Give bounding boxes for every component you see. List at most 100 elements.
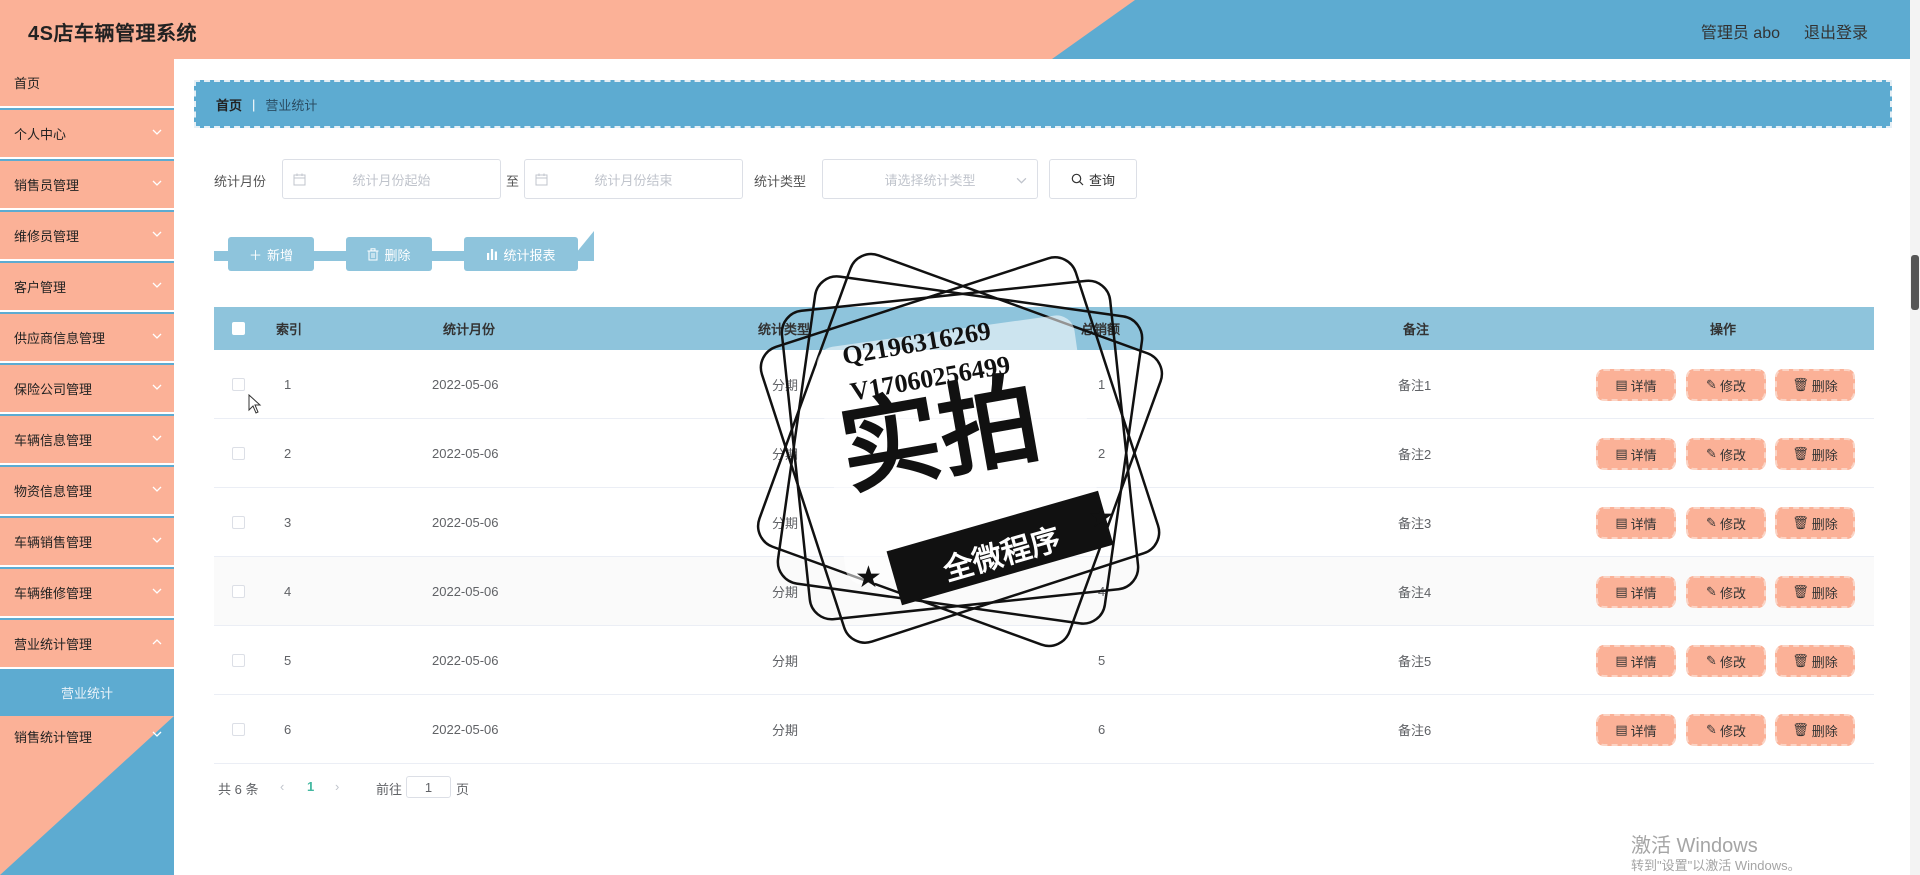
calendar-icon: [293, 173, 306, 186]
row-delete-button[interactable]: 🗑 删除: [1775, 438, 1855, 470]
trash-icon: 🗑: [1792, 584, 1809, 599]
sidebar-item-vehicle-repair[interactable]: 车辆维修管理: [0, 569, 174, 618]
month-label: 统计月份: [214, 174, 267, 189]
row-checkbox[interactable]: [232, 722, 245, 736]
sidebar-item-materials[interactable]: 物资信息管理: [0, 467, 174, 516]
header-index[interactable]: 索引: [276, 307, 302, 350]
row-checkbox[interactable]: [232, 653, 245, 667]
detail-label: 详情: [1630, 723, 1657, 739]
chevron-down-icon: [152, 731, 162, 737]
row-checkbox[interactable]: [232, 446, 245, 460]
current-user: 管理员 abo: [1700, 25, 1780, 42]
edit-button[interactable]: ✎ 修改: [1686, 645, 1766, 677]
breadcrumb-home[interactable]: 首页: [216, 95, 242, 114]
sidebar-item-label: 营业统计管理: [14, 637, 93, 652]
detail-button[interactable]: ▤ 详情: [1596, 438, 1676, 470]
edit-label: 修改: [1719, 516, 1746, 532]
star-icon: ★: [855, 561, 882, 594]
page-scrollbar[interactable]: [1910, 0, 1920, 875]
sidebar-item-vehicle-sales[interactable]: 车辆销售管理: [0, 518, 174, 567]
header-month[interactable]: 统计月份: [443, 307, 495, 350]
add-button[interactable]: ＋ 新增: [228, 237, 314, 271]
chevron-up-icon: [152, 639, 162, 645]
chevron-down-icon: [152, 486, 162, 492]
edit-label: 修改: [1719, 447, 1746, 463]
row-checkbox[interactable]: [232, 584, 245, 598]
detail-button[interactable]: ▤ 详情: [1596, 576, 1676, 608]
cell-index: 2: [284, 445, 292, 461]
edit-button[interactable]: ✎ 修改: [1686, 369, 1766, 401]
pencil-icon: ✎: [1706, 653, 1717, 668]
row-delete-button[interactable]: 🗑 删除: [1775, 714, 1855, 746]
edit-button[interactable]: ✎ 修改: [1686, 576, 1766, 608]
cell-remark: 备注4: [1398, 584, 1432, 600]
detail-label: 详情: [1630, 447, 1657, 463]
detail-button[interactable]: ▤ 详情: [1596, 714, 1676, 746]
row-delete-button[interactable]: 🗑 删除: [1775, 507, 1855, 539]
edit-button[interactable]: ✎ 修改: [1686, 438, 1766, 470]
row-delete-label: 删除: [1811, 447, 1838, 463]
query-label: 查询: [1088, 172, 1115, 188]
row-delete-button[interactable]: 🗑 删除: [1775, 369, 1855, 401]
edit-button[interactable]: ✎ 修改: [1686, 507, 1766, 539]
sidebar-item-repairman[interactable]: 维修员管理: [0, 212, 174, 261]
select-all-checkbox[interactable]: [232, 322, 245, 335]
batch-delete-button[interactable]: 删除: [346, 237, 432, 271]
next-page-icon[interactable]: ›: [335, 779, 339, 794]
sidebar-item-salesperson[interactable]: 销售员管理: [0, 161, 174, 210]
chevron-down-icon: [152, 180, 162, 186]
cell-remark: 备注5: [1398, 653, 1432, 669]
sidebar-item-label: 首页: [14, 76, 41, 91]
scrollbar-thumb[interactable]: [1911, 255, 1919, 310]
type-placeholder: 请选择统计类型: [884, 172, 976, 188]
sidebar: 首页 个人中心 销售员管理 维修员管理 客户管理 供应商信息管理 保险公司管理 …: [0, 59, 174, 875]
sidebar-item-business-stats[interactable]: 营业统计管理: [0, 620, 174, 669]
detail-button[interactable]: ▤ 详情: [1596, 507, 1676, 539]
sidebar-item-customer[interactable]: 客户管理: [0, 263, 174, 312]
detail-button[interactable]: ▤ 详情: [1596, 369, 1676, 401]
sidebar-item-home[interactable]: 首页: [0, 59, 174, 108]
prev-page-icon[interactable]: ‹: [280, 779, 284, 794]
month-end-placeholder: 统计月份结束: [594, 172, 673, 188]
edit-label: 修改: [1719, 723, 1746, 739]
sidebar-item-personal[interactable]: 个人中心: [0, 110, 174, 159]
sidebar-subitem-business-stats[interactable]: 营业统计: [0, 671, 174, 713]
bar-chart-icon: [487, 249, 498, 260]
sidebar-item-label: 客户管理: [14, 280, 67, 295]
header-remark[interactable]: 备注: [1403, 307, 1429, 350]
row-delete-button[interactable]: 🗑 删除: [1775, 645, 1855, 677]
sidebar-item-sales-stats[interactable]: 销售统计管理: [0, 716, 174, 875]
row-checkbox[interactable]: [232, 377, 245, 391]
page-number[interactable]: 1: [307, 779, 314, 794]
sidebar-item-label: 个人中心: [14, 127, 67, 142]
sidebar-item-supplier[interactable]: 供应商信息管理: [0, 314, 174, 363]
detail-label: 详情: [1630, 654, 1657, 670]
row-checkbox[interactable]: [232, 515, 245, 529]
pencil-icon: ✎: [1706, 446, 1717, 461]
cell-type: 分期: [772, 722, 799, 738]
row-delete-label: 删除: [1811, 723, 1838, 739]
row-delete-label: 删除: [1811, 654, 1838, 670]
sidebar-item-insurance[interactable]: 保险公司管理: [0, 365, 174, 414]
detail-button[interactable]: ▤ 详情: [1596, 645, 1676, 677]
query-button[interactable]: 查询: [1049, 159, 1137, 199]
breadcrumb-separator: |: [252, 96, 256, 112]
cell-month: 2022-05-06: [432, 445, 499, 461]
document-icon: ▤: [1615, 515, 1628, 530]
top-header: 4S店车辆管理系统 管理员 abo 退出登录: [0, 0, 1920, 59]
goto-page-input[interactable]: 1: [406, 776, 451, 798]
logout-link[interactable]: 退出登录: [1804, 19, 1868, 43]
document-icon: ▤: [1615, 446, 1628, 461]
chevron-down-icon: [152, 588, 162, 594]
edit-button[interactable]: ✎ 修改: [1686, 714, 1766, 746]
chevron-down-icon: [1016, 177, 1027, 184]
type-select[interactable]: 请选择统计类型: [822, 159, 1038, 199]
report-label: 统计报表: [503, 247, 556, 263]
sidebar-item-label: 车辆维修管理: [14, 586, 93, 601]
sidebar-item-vehicle-info[interactable]: 车辆信息管理: [0, 416, 174, 465]
month-start-input[interactable]: 统计月份起始: [282, 159, 501, 199]
row-delete-button[interactable]: 🗑 删除: [1775, 576, 1855, 608]
month-end-input[interactable]: 统计月份结束: [524, 159, 743, 199]
report-button[interactable]: 统计报表: [464, 237, 578, 271]
toolbar-ribbon-corner: [576, 231, 594, 253]
